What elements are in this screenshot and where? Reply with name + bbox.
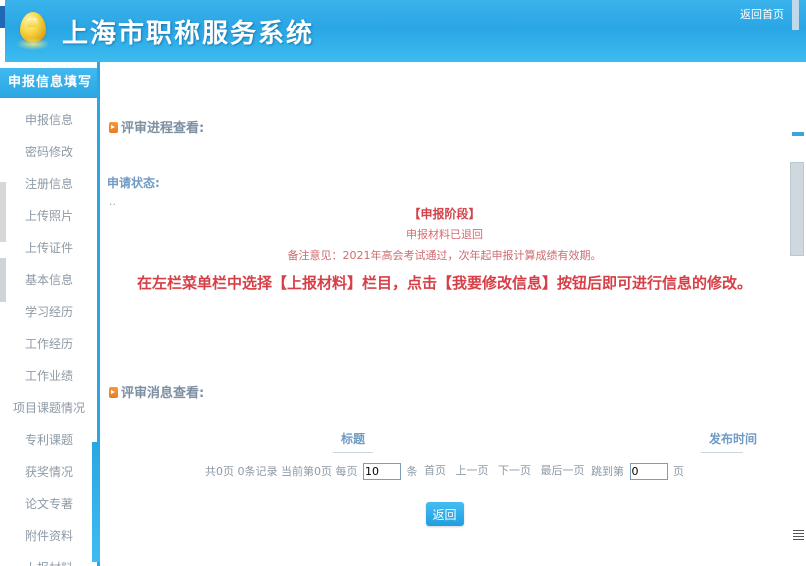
pager-first-link[interactable]: 首页 [424,464,446,477]
messages-section-heading: 评审消息查看: [109,382,204,401]
sidebar-item-5[interactable]: 基本信息 [0,264,98,296]
orange-arrow-icon [109,122,118,133]
scrollbar-top-cap [792,132,804,136]
sidebar-item-7[interactable]: 工作经历 [0,328,98,360]
status-stage: 【申报阶段】 [408,207,481,221]
sidebar-item-10[interactable]: 专利课题 [0,424,98,456]
per-page-input[interactable] [363,462,401,480]
sidebar-item-9[interactable]: 项目课题情况 [0,392,98,424]
sidebar-item-12[interactable]: 论文专著 [0,488,98,520]
main-content: 评审进程查看: 申请状态: .. 【申报阶段】 申报材料已退回 备注意见：202… [103,62,786,566]
app-header: 上海市职称服务系统 返回首页 [0,0,806,62]
pager-total-records: 0条记录 [237,465,278,478]
goto-page-input[interactable] [629,462,668,480]
pager-prev-link[interactable]: 上一页 [456,464,489,477]
back-button[interactable]: 返回 [425,502,464,526]
header-rule-title [333,452,373,453]
header-rule-time [701,452,743,453]
messages-table: 标题 发布时间 [203,430,783,453]
sidebar-item-6[interactable]: 学习经历 [0,296,98,328]
column-header-publish-time: 发布时间 [709,432,758,446]
status-result: 申报材料已退回 [406,228,483,241]
sidebar-item-13[interactable]: 附件资料 [0,520,98,552]
pager-next-link[interactable]: 下一页 [498,464,531,477]
sidebar-item-1[interactable]: 密码修改 [0,136,98,168]
sidebar-divider-accent [92,442,100,562]
pager-per-page-suffix: 条 [406,465,418,478]
sidebar-item-0[interactable]: 申报信息 [0,104,98,136]
pager-goto-suffix: 页 [673,465,684,478]
sidebar: 申报信息填写 申报信息 密码修改 注册信息 上传照片 上传证件 基本信息 学习经历 工作经历工… [0,62,100,566]
sidebar-item-8[interactable]: 工作业绩 [0,360,98,392]
progress-section-heading-text: 评审进程查看: [121,121,205,136]
orange-arrow-icon [109,387,118,398]
sidebar-item-11[interactable]: 获奖情况 [0,456,98,488]
sidebar-item-2[interactable]: 注册信息 [0,168,98,200]
vertical-scrollbar-track[interactable] [790,62,806,566]
progress-section-heading: 评审进程查看: [109,117,204,136]
status-remark: 备注意见：2021年高会考试通过，次年起申报计算成绩有效期。 [287,249,602,262]
sidebar-item-4[interactable]: 上传证件 [0,232,98,264]
status-block: 【申报阶段】 申报材料已退回 备注意见：2021年高会考试通过，次年起申报计算成… [103,205,786,293]
pager-current-page: 当前第0页 [281,465,332,478]
return-home-link[interactable]: 返回首页 [740,6,784,22]
pagination-bar: 共0页 0条记录 当前第0页 每页 条 首页 上一页 下一页 最后一页 跳到第 … [103,462,786,480]
column-header-title: 标题 [341,432,366,446]
apply-status-label: 申请状态: [107,176,160,190]
status-instruction: 在左栏菜单栏中选择【上报材料】栏目，点击【我要修改信息】按钮后即可进行信息的修改… [136,274,752,292]
sidebar-item-14[interactable]: 上报材料 [0,552,98,566]
header-left-strip [0,0,5,62]
vertical-scrollbar-thumb[interactable] [790,162,804,256]
pager-last-link[interactable]: 最后一页 [541,464,585,477]
pager-per-page-prefix: 每页 [335,465,358,478]
sidebar-menu: 申报信息 密码修改 注册信息 上传照片 上传证件 基本信息 学习经历 工作经历 工作业绩 项目课题… [0,104,98,566]
site-logo [16,10,52,52]
sidebar-title: 申报信息填写 [0,68,100,98]
messages-table-header-row: 标题 发布时间 [203,430,783,453]
resize-grip-icon[interactable] [793,530,804,542]
site-title: 上海市职称服务系统 [62,19,315,49]
messages-section-heading-text: 评审消息查看: [121,386,205,401]
pager-goto-prefix: 跳到第 [591,465,624,478]
sidebar-item-3[interactable]: 上传照片 [0,200,98,232]
pager-total-pages: 共0页 [205,465,234,478]
header-right-tab [792,0,799,30]
